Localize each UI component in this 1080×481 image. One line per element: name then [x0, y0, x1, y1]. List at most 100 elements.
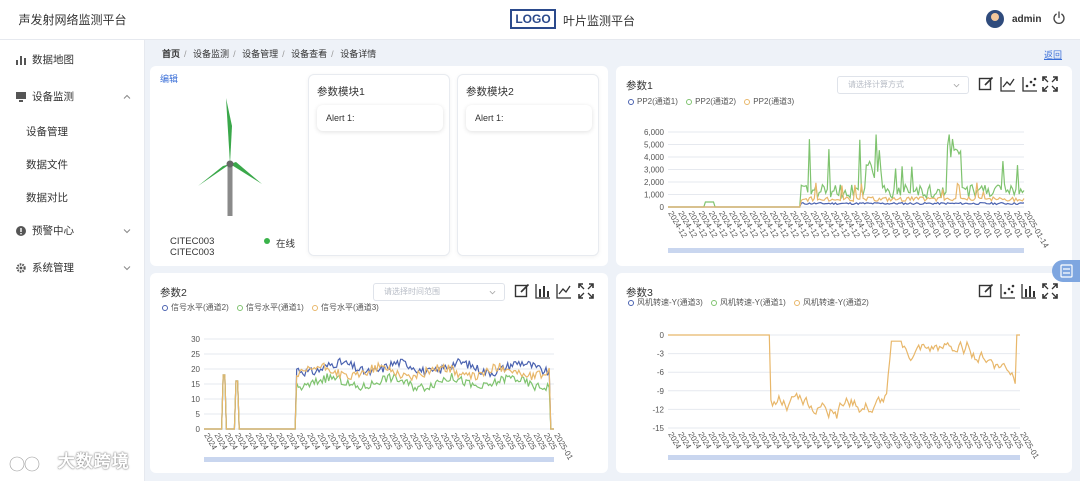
sidebar: 数据地图 设备监测 设备管理 数据文件 数据对比 预警中心 系统管理: [0, 40, 145, 481]
logo: LOGO: [510, 9, 556, 29]
chevron-down-icon: [123, 266, 131, 271]
user-name[interactable]: admin: [1012, 14, 1041, 25]
time-range-select[interactable]: 请选择时间范围: [373, 283, 505, 301]
series-line: [668, 134, 1025, 208]
zoom-slider[interactable]: [668, 455, 1020, 460]
legend-item[interactable]: PP2(通道2): [686, 96, 736, 107]
y-tick-label: 15: [191, 380, 200, 389]
chevron-down-icon: [123, 229, 131, 234]
calc-method-select[interactable]: 请选择计算方式: [837, 76, 969, 94]
breadcrumb-current: 设备详情: [340, 49, 377, 59]
watermark-logo-icon: [8, 455, 41, 472]
legend-item[interactable]: 信号水平(通道3): [312, 302, 379, 313]
chart-1: 01,0002,0003,0004,0005,0006,0002024-1220…: [644, 128, 1051, 253]
breadcrumb: 首页 / 设备监测 / 设备管理 / 设备查看 / 设备详情: [162, 49, 377, 59]
sidebar-subitem-data-compare[interactable]: 数据对比: [26, 187, 68, 209]
line-chart-icon[interactable]: [1000, 76, 1016, 92]
sidebar-subitem-data-files[interactable]: 数据文件: [26, 154, 68, 176]
status-badge: 在线: [276, 239, 296, 250]
legend-item[interactable]: 信号水平(通道1): [237, 302, 304, 313]
y-tick-label: 3,000: [644, 166, 665, 175]
select-placeholder: 请选择时间范围: [384, 287, 440, 296]
y-tick-label: 5,000: [644, 141, 665, 150]
bar-chart-icon: [16, 56, 26, 65]
alert-icon: [16, 226, 26, 236]
y-tick-label: 4,000: [644, 153, 665, 162]
breadcrumb-item[interactable]: 设备监测: [193, 49, 229, 59]
alert-label: Alert 1:: [326, 113, 355, 123]
fullscreen-icon[interactable]: [578, 283, 594, 299]
chart-panel-1: 参数1 请选择计算方式 PP2(通道1) PP2(通道2) PP2(通道3) 0…: [616, 66, 1072, 266]
param-module-1: 参数模块1 Alert 1:: [308, 74, 450, 256]
y-tick-label: 2,000: [644, 178, 665, 187]
sidebar-item-data-map[interactable]: 数据地图: [0, 45, 145, 75]
y-tick-label: 20: [191, 365, 200, 374]
bar-chart-icon[interactable]: [1021, 283, 1037, 299]
zoom-slider[interactable]: [668, 248, 1024, 253]
line-chart-icon[interactable]: [556, 283, 572, 299]
breadcrumb-home[interactable]: 首页: [162, 49, 180, 59]
monitor-icon: [16, 92, 26, 102]
y-tick-label: 5: [196, 410, 201, 419]
chart-title: 参数1: [626, 80, 653, 92]
side-toggle-button[interactable]: [1052, 260, 1080, 282]
y-tick-label: 10: [191, 395, 200, 404]
sidebar-item-alert-center[interactable]: 预警中心: [0, 216, 145, 246]
back-link[interactable]: 返回: [1044, 48, 1062, 61]
alert-label: Alert 1:: [475, 113, 504, 123]
bar-chart-icon[interactable]: [535, 283, 551, 299]
sidebar-item-label: 系统管理: [32, 262, 74, 274]
fullscreen-icon[interactable]: [1042, 283, 1058, 299]
user-avatar[interactable]: [986, 10, 1004, 28]
chart-legend: 信号水平(通道2) 信号水平(通道1) 信号水平(通道3): [162, 302, 385, 313]
series-line: [668, 334, 1020, 420]
platform-title: 叶片监测平台: [563, 14, 636, 28]
legend-item[interactable]: 风机转速-Y(通道2): [794, 297, 869, 308]
sidebar-item-system[interactable]: 系统管理: [0, 253, 145, 283]
y-tick-label: 0: [660, 331, 665, 340]
legend-item[interactable]: 风机转速-Y(通道3): [628, 297, 703, 308]
edit-link[interactable]: 编辑: [160, 72, 178, 85]
edit-icon[interactable]: [978, 76, 994, 92]
chart-panel-3: 参数3 风机转速-Y(通道3) 风机转速-Y(通道1) 风机转速-Y(通道2) …: [616, 273, 1072, 473]
series-line: [668, 201, 1025, 208]
breadcrumb-item[interactable]: 设备查看: [291, 49, 327, 59]
chevron-down-icon: [953, 83, 960, 88]
y-tick-label: -15: [652, 424, 664, 433]
alert-card: Alert 1:: [466, 105, 592, 131]
device-panel: 编辑 CITEC003 CITEC003 在线 参数模块1 Alert 1: 参…: [150, 66, 608, 266]
chart-panel-2: 参数2 请选择时间范围 信号水平(通道2) 信号水平(通道1) 信号水平(通道3…: [150, 273, 608, 473]
y-tick-label: -6: [657, 368, 665, 377]
breadcrumb-item[interactable]: 设备管理: [242, 49, 278, 59]
legend-item[interactable]: 风机转速-Y(通道1): [711, 297, 786, 308]
sidebar-item-device-monitor[interactable]: 设备监测: [0, 82, 145, 112]
watermark: 大数跨境: [8, 447, 130, 474]
scatter-icon[interactable]: [1000, 283, 1016, 299]
param-module-title: 参数模块2: [466, 86, 514, 98]
edit-icon[interactable]: [514, 283, 530, 299]
sidebar-item-label: 数据地图: [32, 54, 74, 66]
scatter-icon[interactable]: [1022, 76, 1038, 92]
y-tick-label: -3: [657, 350, 665, 359]
zoom-slider[interactable]: [204, 457, 554, 462]
y-tick-label: -12: [652, 405, 664, 414]
chevron-up-icon: [123, 94, 131, 99]
sidebar-subitem-device-manage[interactable]: 设备管理: [26, 121, 68, 143]
edit-icon[interactable]: [978, 283, 994, 299]
series-line: [204, 360, 554, 430]
power-icon[interactable]: [1052, 11, 1066, 25]
fullscreen-icon[interactable]: [1042, 76, 1058, 92]
y-tick-label: 1,000: [644, 191, 665, 200]
legend-item[interactable]: 信号水平(通道2): [162, 302, 229, 313]
y-tick-label: -9: [657, 387, 665, 396]
wind-turbine-icon: [198, 98, 262, 216]
legend-item[interactable]: PP2(通道1): [628, 96, 678, 107]
y-tick-label: 30: [191, 335, 200, 344]
chevron-down-icon: [489, 290, 496, 295]
swap-icon: [1060, 264, 1073, 278]
chart-title: 参数2: [160, 287, 187, 299]
legend-item[interactable]: PP2(通道3): [744, 96, 794, 107]
series-line: [204, 372, 554, 430]
brand-title: 声发射网络监测平台: [18, 13, 127, 27]
chart-legend: 风机转速-Y(通道3) 风机转速-Y(通道1) 风机转速-Y(通道2): [628, 297, 875, 308]
